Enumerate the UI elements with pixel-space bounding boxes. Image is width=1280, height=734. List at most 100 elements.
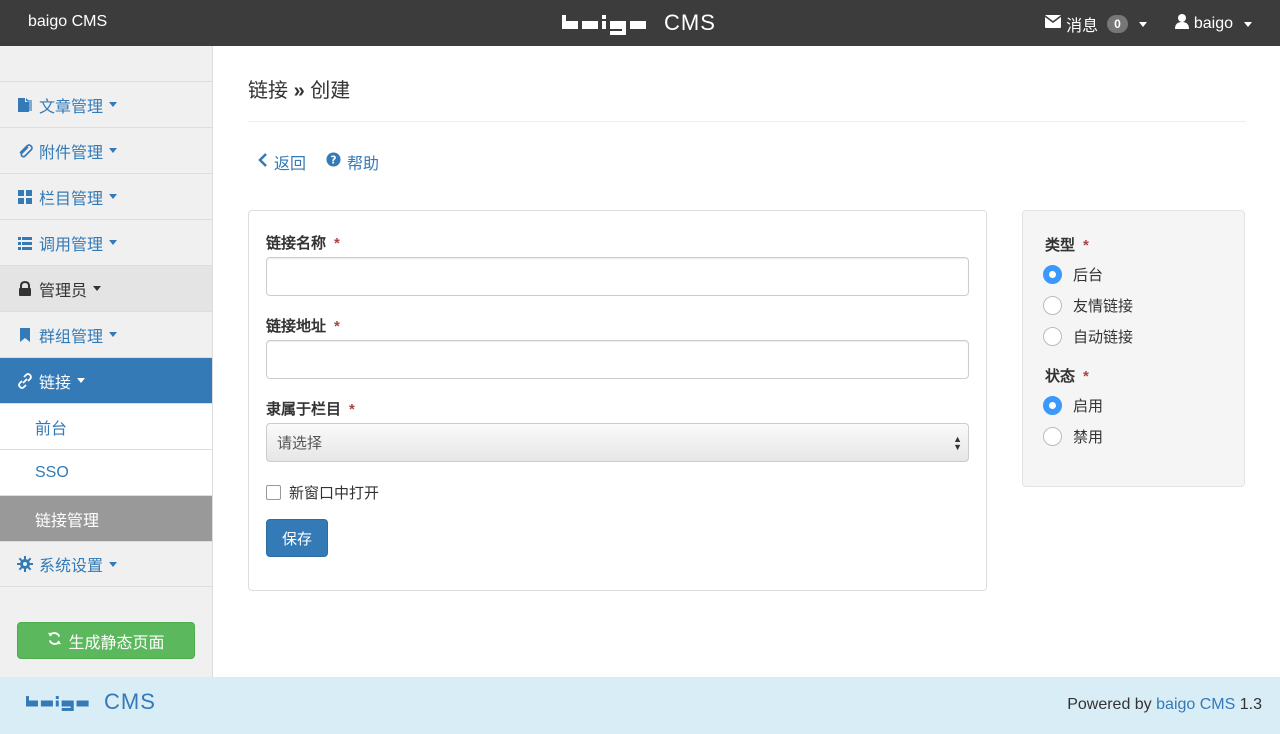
required-mark: * [334,318,340,335]
status-radio-enabled[interactable] [1043,396,1062,415]
new-window-option[interactable]: 新窗口中打开 [266,482,379,503]
select-arrows-icon: ▲ ▼ [953,434,962,452]
options-panel: 类型 * 后台 友情链接 自动链接 状态 * 启用 禁用 [1022,210,1245,487]
main-content: 链接 » 创建 返回 ? 帮助 链接名称 * 链接地址 * 隶属于栏目 * 请选… [213,46,1280,677]
link-name-label-text: 链接名称 [266,235,327,252]
sidebar-item-settings[interactable]: 系统设置 [0,541,212,587]
chevron-down-icon [109,561,118,567]
save-button[interactable]: 保存 [266,519,328,557]
page-title: 链接 » 创建 [248,74,350,103]
sidebar: 文章管理 附件管理 栏目管理 调用管理 管理员 群组管理 链接 前台 SSO 链… [0,46,213,677]
required-mark: * [1083,368,1089,385]
category-label-text: 隶属于栏目 [266,401,342,418]
status-radio-disabled[interactable] [1043,427,1062,446]
sidebar-item-calls[interactable]: 调用管理 [0,219,212,265]
user-menu[interactable]: baigo [1174,14,1252,34]
baigo-logo-mark [562,15,646,35]
sidebar-item-label: 栏目管理 [39,190,104,208]
top-navbar: baigo CMS CMS 消息 0 baigo [0,0,1280,46]
type-option-auto-link[interactable]: 自动链接 [1043,326,1133,347]
chevron-down-icon [109,240,118,245]
generate-static-pages-button[interactable]: 生成静态页面 [17,622,195,659]
link-form-panel: 链接名称 * 链接地址 * 隶属于栏目 * 请选择 ▲ ▼ 新窗口中打开 保存 [248,210,987,591]
page-title-section: 链接 [248,80,288,102]
user-label: baigo [1193,15,1233,32]
page-title-separator: » [293,80,305,102]
category-label: 隶属于栏目 * [266,398,355,419]
status-label: 状态 * [1045,365,1089,386]
required-mark: * [349,401,355,418]
type-option-friend-link[interactable]: 友情链接 [1043,295,1133,316]
messages-menu[interactable]: 消息 0 [1044,12,1147,36]
sidebar-item-groups[interactable]: 群组管理 [0,311,212,357]
sidebar-item-articles[interactable]: 文章管理 [0,81,212,127]
gear-icon [17,556,33,572]
file-icon [17,97,33,113]
sidebar-item-attachments[interactable]: 附件管理 [0,127,212,173]
type-option-label: 自动链接 [1073,329,1134,346]
required-mark: * [1083,237,1089,254]
status-option-label: 启用 [1073,398,1104,415]
powered-by-prefix: Powered by [1067,696,1152,713]
type-option-label: 后台 [1073,267,1104,284]
link-name-input[interactable] [266,257,969,296]
type-radio-friend-link[interactable] [1043,296,1062,315]
status-label-text: 状态 [1045,368,1076,385]
status-option-label: 禁用 [1073,429,1104,446]
chevron-down-icon [109,148,118,153]
chevron-left-icon [258,152,268,172]
sidebar-item-label: 调用管理 [39,236,104,254]
chevron-down-icon [109,194,118,199]
type-radio-auto-link[interactable] [1043,327,1062,346]
footer: CMS Powered by baigo CMS 1.3 [0,677,1280,734]
type-option-backend[interactable]: 后台 [1043,264,1103,285]
chevron-down-icon [109,102,118,107]
new-window-checkbox[interactable] [266,485,281,500]
version-number: 1.3 [1239,696,1262,713]
sidebar-subitem-link-management[interactable]: 链接管理 [0,495,212,541]
sidebar-item-label: 文章管理 [39,98,104,116]
link-icon [17,372,33,389]
footer-logo-text: CMS [104,689,156,714]
help-link[interactable]: ? 帮助 [326,150,379,174]
user-icon [1174,14,1189,34]
sidebar-subitem-frontend[interactable]: 前台 [0,403,212,449]
sidebar-item-label: 系统设置 [39,558,104,575]
status-option-disabled[interactable]: 禁用 [1043,426,1103,447]
chevron-down-icon [1138,21,1147,27]
baigo-logo: CMS [562,8,716,38]
link-name-label: 链接名称 * [266,232,340,253]
link-url-input[interactable] [266,340,969,379]
link-url-label-text: 链接地址 [266,318,327,335]
back-link-label: 返回 [274,156,307,173]
sidebar-item-categories[interactable]: 栏目管理 [0,173,212,219]
footer-logo: CMS [26,689,156,715]
new-window-label: 新窗口中打开 [289,485,380,502]
back-link[interactable]: 返回 [258,150,306,174]
page-title-action: 创建 [310,80,351,102]
sidebar-item-label: 管理员 [39,282,88,300]
status-option-enabled[interactable]: 启用 [1043,395,1103,416]
divider [248,121,1246,122]
link-url-label: 链接地址 * [266,315,340,336]
category-select-value: 请选择 [277,435,323,452]
chevron-down-icon [109,332,118,337]
envelope-icon [1044,15,1062,33]
sidebar-item-label: 群组管理 [39,328,104,346]
type-radio-backend[interactable] [1043,265,1062,284]
chevron-down-icon [77,378,86,383]
sidebar-subitem-sso[interactable]: SSO [0,449,212,495]
sidebar-item-label: 链接 [39,374,72,392]
baigo-logo-mark [26,696,89,711]
brand-link[interactable]: baigo CMS [28,13,107,31]
grid-icon [17,189,33,205]
sidebar-item-links[interactable]: 链接 [0,357,212,403]
list-icon [17,235,33,251]
category-select[interactable]: 请选择 ▲ ▼ [266,423,969,462]
paperclip-icon [17,143,33,159]
messages-count-badge: 0 [1107,15,1128,33]
chevron-down-icon [93,286,102,291]
sidebar-item-admins[interactable]: 管理员 [0,265,212,311]
refresh-icon [47,631,62,651]
baigo-cms-link[interactable]: baigo CMS [1156,696,1235,713]
